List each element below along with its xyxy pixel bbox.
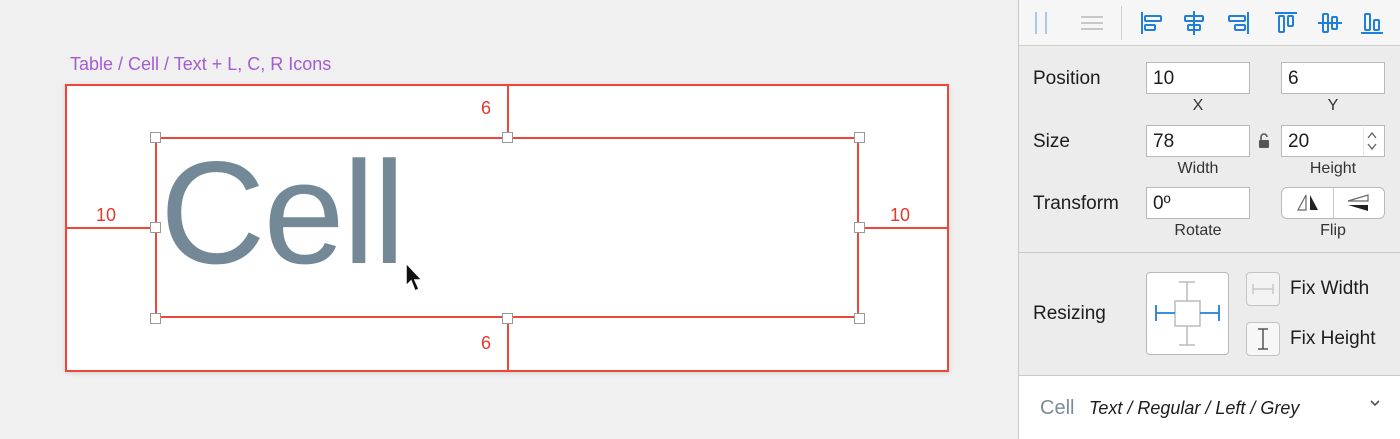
text-style-preview: Cell [1040,397,1075,419]
transform-label: Transform [1033,193,1119,214]
alignment-toolbar [1019,0,1400,46]
width-caption: Width [1177,160,1219,177]
mouse-cursor-icon [405,262,424,293]
resize-handle-bottom-left[interactable] [150,313,161,324]
guide-label-right: 10 [890,205,911,225]
resize-handle-right[interactable] [854,222,865,233]
guide-right [859,227,949,229]
rotate-caption: Rotate [1174,222,1222,239]
align-left-icon[interactable] [1137,8,1167,38]
lock-icon[interactable] [1257,132,1271,150]
fix-width-icon [1252,284,1274,294]
resizing-constraints-widget[interactable] [1146,272,1229,355]
distribute-vertical-icon[interactable] [1077,8,1107,38]
flip-buttons [1281,187,1385,219]
width-field[interactable]: 78 [1146,125,1250,157]
y-field[interactable]: 6 [1281,62,1385,94]
text-style-name: Text / Regular / Left / Grey [1089,398,1300,418]
resize-handle-top-left[interactable] [150,132,161,143]
fix-width-button[interactable] [1246,272,1280,306]
cell-text-layer[interactable]: Cell [160,140,406,286]
align-horizontal-center-icon[interactable] [1179,8,1209,38]
guide-left [65,227,155,229]
fix-width-label[interactable]: Fix Width [1290,278,1369,300]
y-caption: Y [1327,97,1339,114]
text-style-dropdown[interactable]: Cell Text / Regular / Left / Grey [1019,376,1400,439]
guide-label-left: 10 [96,205,117,225]
align-vertical-center-icon[interactable] [1315,8,1345,38]
flip-caption: Flip [1320,222,1346,239]
height-stepper-icon[interactable] [1363,127,1381,155]
align-right-icon[interactable] [1223,8,1253,38]
section-divider [1019,252,1400,253]
canvas[interactable]: Table / Cell / Text + L, C, R Icons 6 6 … [0,0,1018,439]
rotate-field[interactable]: 0º [1146,187,1250,219]
artboard-title[interactable]: Table / Cell / Text + L, C, R Icons [70,54,331,75]
resize-handle-top-right[interactable] [854,132,865,143]
guide-label-top: 6 [481,98,492,118]
flip-divider [1333,188,1334,218]
flip-horizontal-icon[interactable] [1296,193,1320,213]
align-bottom-icon[interactable] [1357,8,1387,38]
position-label: Position [1033,68,1101,89]
resize-handle-bottom-right[interactable] [854,313,865,324]
toolbar-divider [1121,6,1122,40]
flip-vertical-icon[interactable] [1346,193,1372,213]
height-caption: Height [1309,160,1357,177]
align-top-icon[interactable] [1271,8,1301,38]
guide-label-bottom: 6 [481,333,492,353]
resize-handle-left[interactable] [150,222,161,233]
x-field[interactable]: 10 [1146,62,1250,94]
guide-top [507,84,509,137]
inspector-panel: Position 10 X 6 Y Size 78 Width 20 Heigh… [1018,0,1400,439]
x-caption: X [1192,97,1204,114]
guide-bottom [507,318,509,372]
distribute-horizontal-icon[interactable] [1029,8,1059,38]
fix-height-icon [1258,328,1268,350]
size-label: Size [1033,131,1070,152]
resizing-constraints-icon [1155,281,1220,346]
resize-handle-top[interactable] [502,132,513,143]
resizing-label: Resizing [1033,303,1106,324]
fix-height-button[interactable] [1246,322,1280,356]
chevron-down-icon[interactable] [1368,398,1382,408]
resize-handle-bottom[interactable] [502,313,513,324]
fix-height-label[interactable]: Fix Height [1290,328,1376,350]
